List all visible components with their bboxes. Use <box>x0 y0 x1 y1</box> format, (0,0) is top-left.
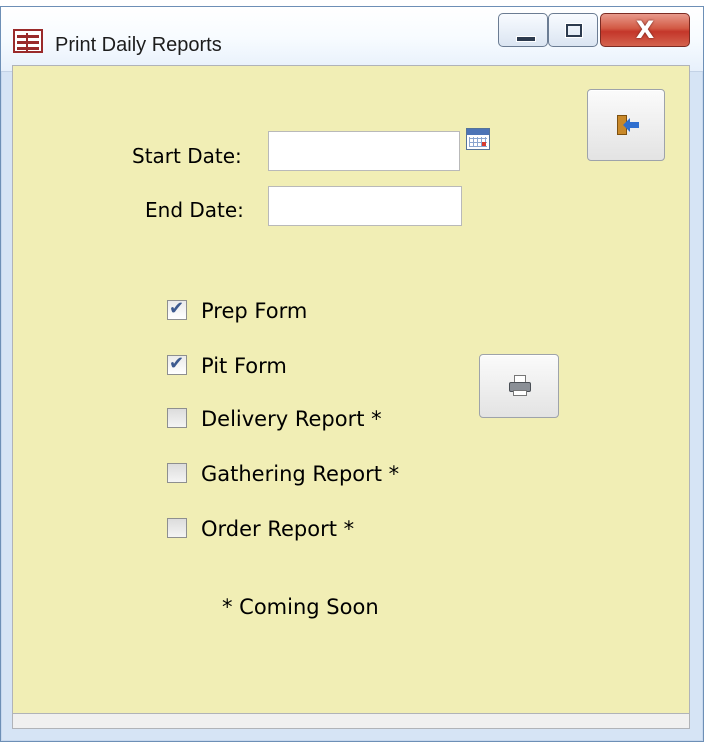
minimize-button[interactable] <box>498 13 548 47</box>
exit-door-icon <box>617 115 639 137</box>
coming-soon-note: * Coming Soon <box>222 595 379 619</box>
end-date-label: End Date: <box>145 198 244 222</box>
exit-button[interactable] <box>587 89 665 161</box>
prep-form-checkbox[interactable]: ✔ <box>167 298 187 320</box>
order-report-label: Order Report * <box>201 517 355 541</box>
title-bar: Print Daily Reports X <box>1 7 703 72</box>
pit-form-checkbox[interactable]: ✔ <box>167 353 187 375</box>
prep-form-label: Prep Form <box>201 299 308 323</box>
printer-icon <box>509 375 531 397</box>
delivery-report-checkbox[interactable] <box>167 408 187 428</box>
check-icon: ✔ <box>169 298 185 319</box>
calendar-icon[interactable] <box>466 128 490 150</box>
pit-form-label: Pit Form <box>201 354 287 378</box>
maximize-icon <box>566 24 582 37</box>
minimize-icon <box>516 36 536 42</box>
start-date-input[interactable] <box>268 131 460 171</box>
window-title: Print Daily Reports <box>55 34 222 56</box>
close-button[interactable]: X <box>600 13 690 47</box>
gathering-report-checkbox[interactable] <box>167 463 187 483</box>
form-icon <box>13 29 43 53</box>
start-date-label: Start Date: <box>132 144 242 168</box>
maximize-button[interactable] <box>548 13 598 47</box>
end-date-input[interactable] <box>268 186 462 226</box>
gathering-report-label: Gathering Report * <box>201 462 400 486</box>
status-bar <box>12 713 690 729</box>
order-report-checkbox[interactable] <box>167 518 187 538</box>
check-icon: ✔ <box>169 353 185 374</box>
delivery-report-label: Delivery Report * <box>201 407 382 431</box>
print-button[interactable] <box>479 354 559 418</box>
close-icon: X <box>635 16 655 44</box>
